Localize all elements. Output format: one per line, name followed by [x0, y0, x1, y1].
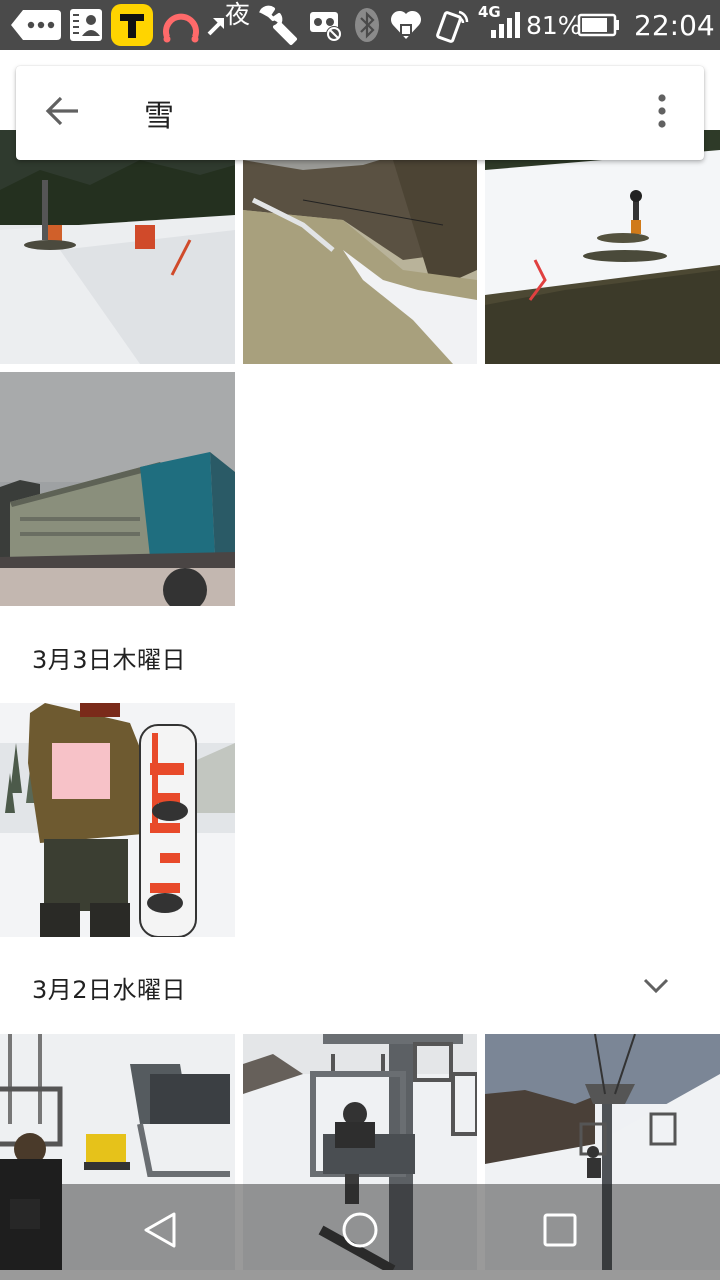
nav-recents-button[interactable]	[500, 1184, 620, 1280]
nav-back-button[interactable]	[100, 1184, 220, 1280]
nav-back-icon	[140, 1210, 180, 1254]
circular-arrow-icon	[156, 0, 206, 50]
clock: 22:04	[634, 8, 715, 42]
t-app-icon	[108, 0, 156, 50]
search-bar: 雪	[16, 66, 704, 160]
photo-thumbnail[interactable]	[0, 703, 235, 937]
more-notifications-icon	[8, 0, 64, 50]
nav-home-button[interactable]	[300, 1184, 420, 1280]
signal-strength-icon	[488, 0, 522, 50]
arrow-back-icon	[44, 95, 80, 131]
voicemail-off-icon	[306, 0, 346, 50]
system-navigation-bar	[0, 1184, 720, 1280]
more-vert-icon	[657, 94, 667, 132]
photo-thumbnail[interactable]	[0, 372, 235, 606]
chevron-down-icon[interactable]	[636, 966, 676, 1006]
date-header: 3月2日水曜日	[32, 976, 187, 1004]
more-options-button[interactable]	[638, 89, 686, 137]
nfc-phone-icon	[434, 0, 474, 50]
status-bar: 夜 4G 81% 22:04	[0, 0, 720, 50]
battery-icon	[576, 0, 622, 50]
battery-percent: 81%	[526, 10, 582, 40]
date-header: 3月3日木曜日	[32, 646, 187, 674]
wrench-icon	[254, 0, 300, 50]
heart-icon	[386, 0, 426, 50]
bluetooth-icon	[352, 0, 382, 50]
nav-recents-icon	[540, 1210, 580, 1254]
back-button[interactable]	[38, 89, 86, 137]
photo-thumbnail[interactable]	[243, 130, 477, 364]
nav-home-icon	[340, 1210, 380, 1254]
photo-thumbnail[interactable]	[0, 130, 235, 364]
photo-thumbnail[interactable]	[485, 130, 720, 364]
contact-card-icon	[66, 0, 106, 50]
night-mode-label: 夜	[225, 0, 251, 29]
search-query[interactable]: 雪	[144, 66, 174, 160]
